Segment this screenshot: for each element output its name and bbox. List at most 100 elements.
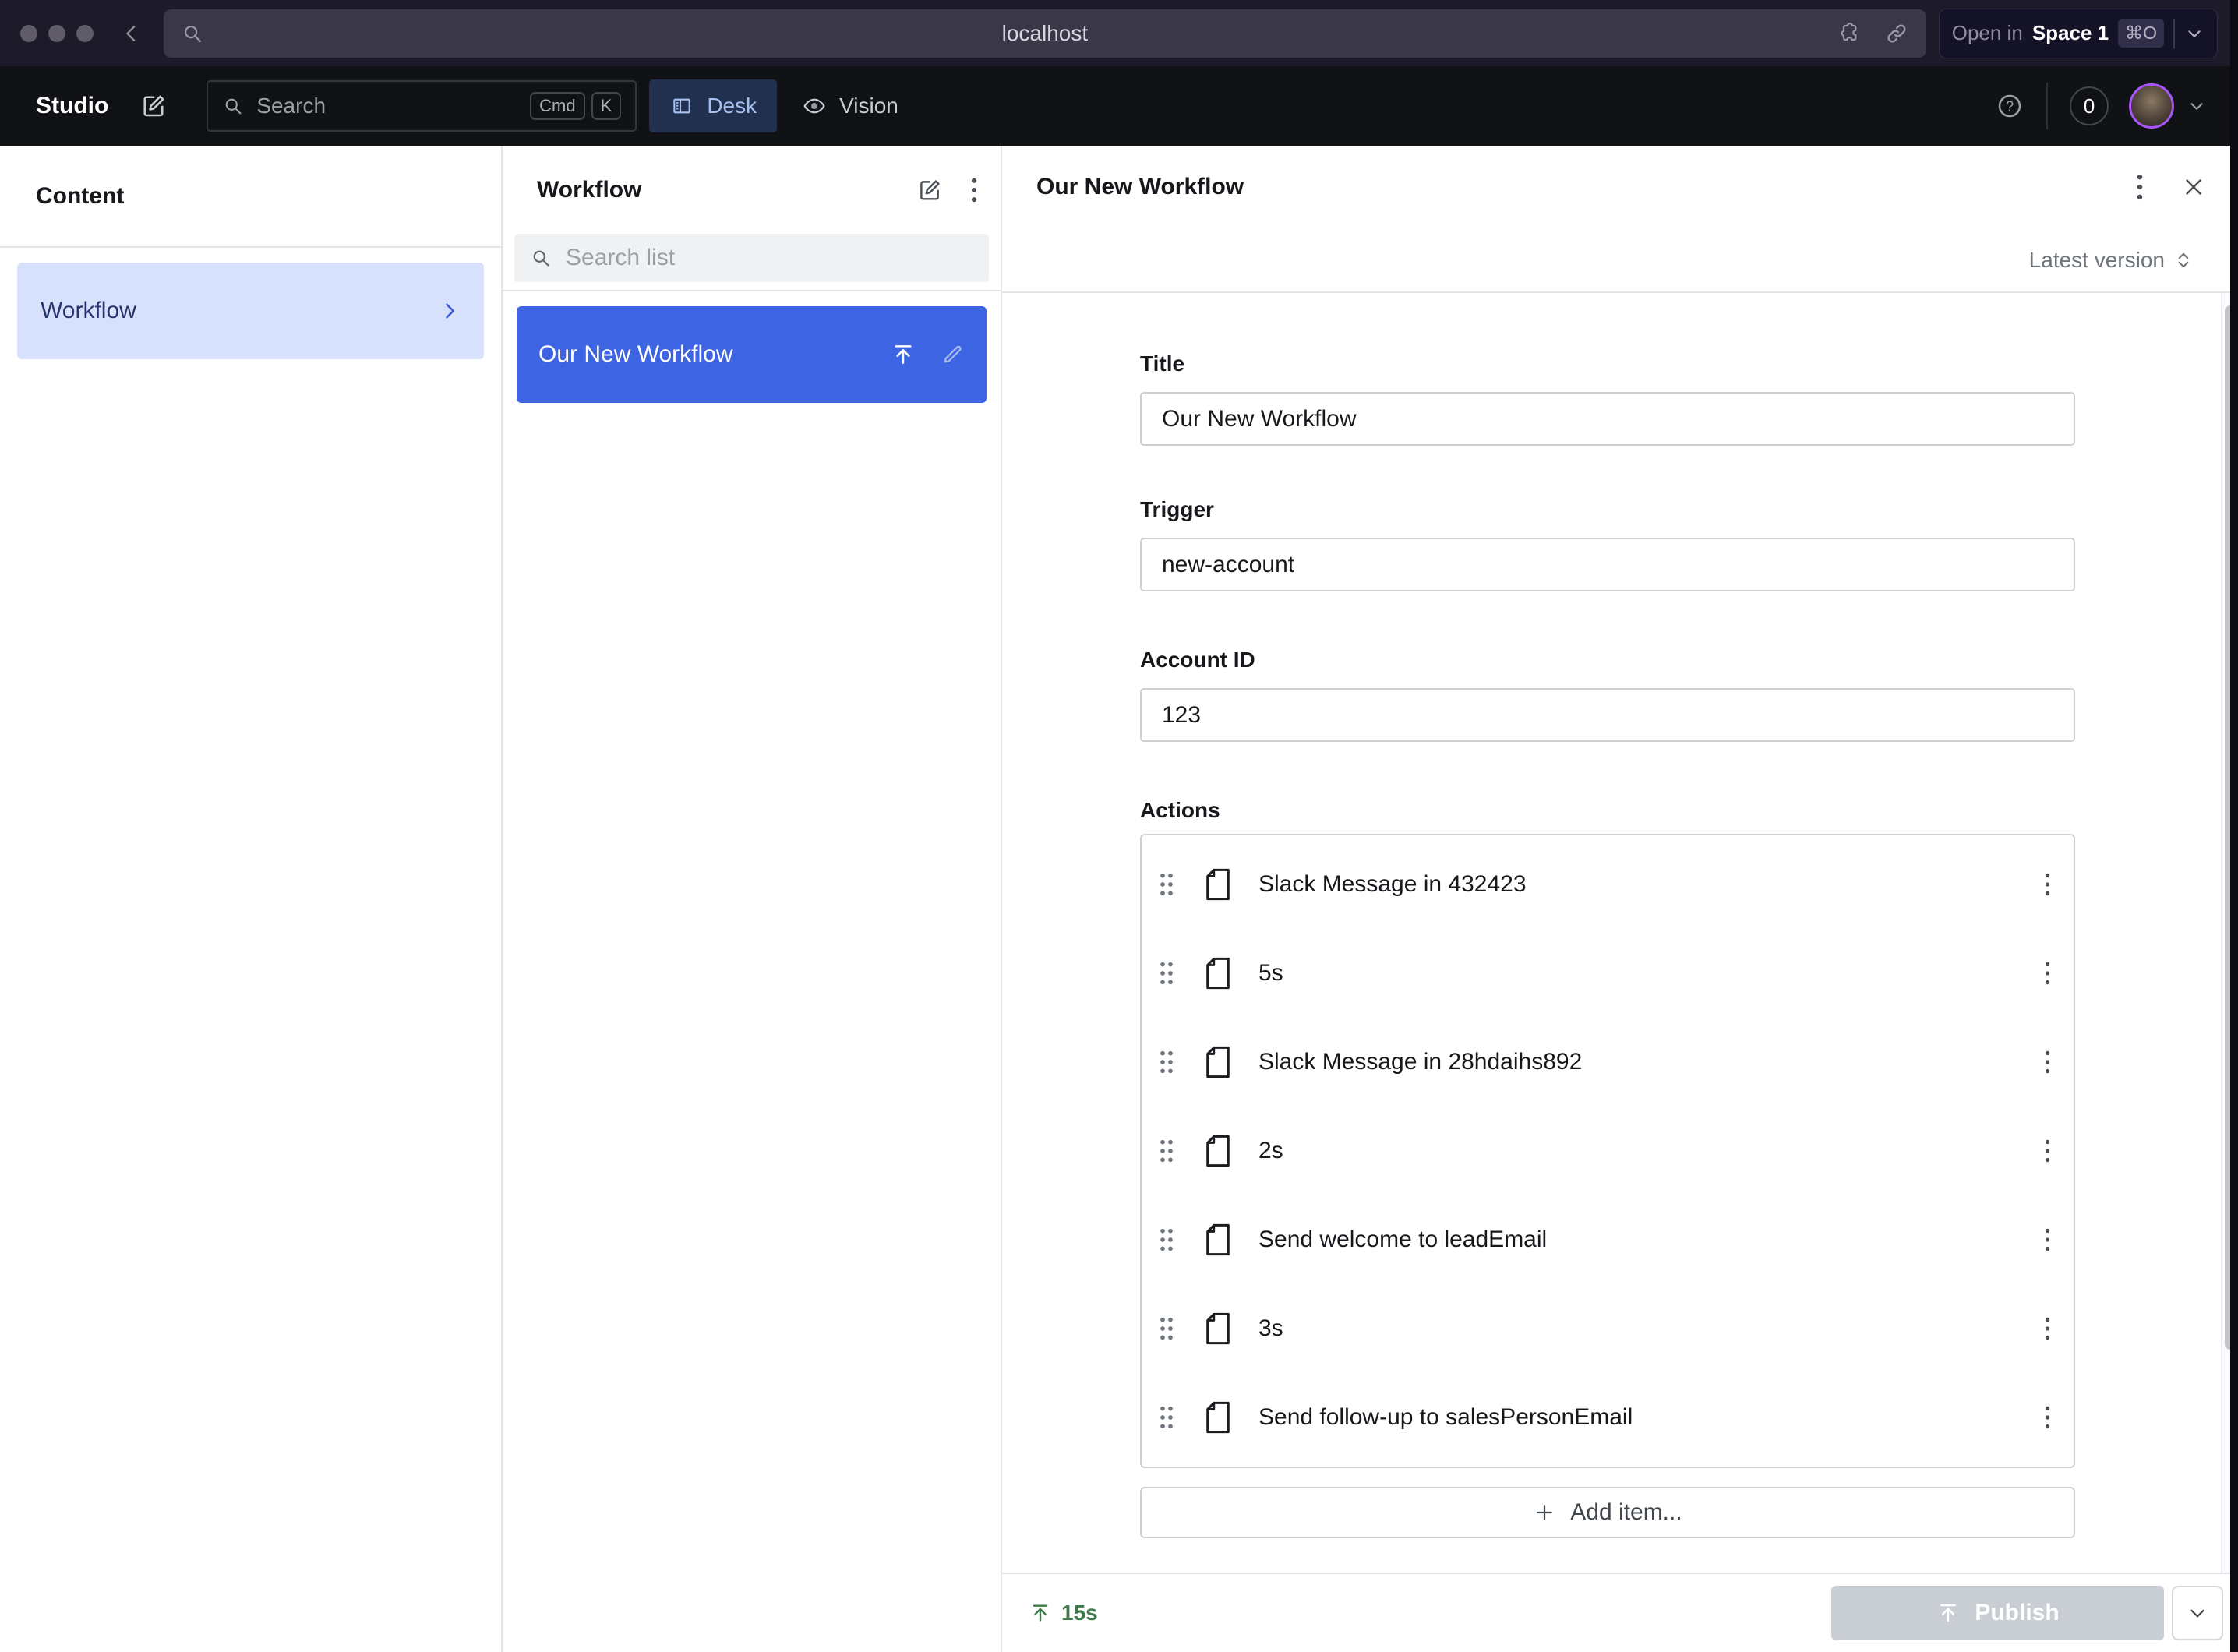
sidebar-item-workflow[interactable]: Workflow [17, 263, 484, 359]
close-window-button[interactable] [20, 25, 37, 42]
tab-vision[interactable]: Vision [782, 79, 919, 132]
publish-duration: 15s [1029, 1601, 1098, 1626]
chevron-right-icon [439, 300, 461, 322]
presence-badge[interactable]: 0 [2070, 86, 2109, 125]
kebab-menu-icon [2043, 960, 2052, 987]
account-id-input[interactable] [1140, 688, 2075, 742]
copy-link-button[interactable] [1884, 21, 1909, 46]
document-title: Our New Workflow [1036, 174, 1244, 200]
extensions-button[interactable] [1836, 21, 1861, 46]
global-search[interactable]: Cmd K [207, 80, 637, 132]
puzzle-icon [1836, 21, 1861, 46]
field-label: Account ID [1140, 648, 2075, 672]
action-menu-button[interactable] [2043, 1315, 2052, 1342]
action-row[interactable]: 2s [1142, 1107, 2074, 1195]
document-scroll-area: Title Trigger Account ID Actions [1002, 293, 2238, 1573]
kebab-menu-icon [2043, 1404, 2052, 1431]
action-menu-button[interactable] [2043, 960, 2052, 987]
url-bar[interactable]: localhost [164, 9, 1926, 58]
action-menu-button[interactable] [2043, 1138, 2052, 1164]
document-icon [1204, 1222, 1232, 1258]
minimize-window-button[interactable] [48, 25, 65, 42]
new-document-button[interactable] [139, 92, 168, 120]
chevron-down-icon[interactable] [2184, 23, 2204, 44]
browser-back-button[interactable] [120, 22, 143, 45]
drag-handle-icon[interactable] [1157, 1315, 1176, 1342]
list-search[interactable] [514, 234, 989, 282]
document-icon [1204, 1311, 1232, 1347]
actions-label: Actions [1140, 798, 2075, 823]
document-icon [1204, 867, 1232, 902]
version-selector[interactable]: Latest version [2029, 248, 2194, 273]
list-pane-header: Workflow [503, 146, 1001, 291]
content-pane-header: Content [0, 146, 501, 248]
open-in-space-button[interactable]: Open in Space 1 ⌘O [1939, 9, 2218, 58]
search-shortcut: Cmd K [530, 92, 621, 120]
open-shortcut-badge: ⌘O [2118, 19, 2164, 48]
trigger-input[interactable] [1140, 538, 2075, 591]
action-menu-button[interactable] [2043, 871, 2052, 898]
drag-handle-icon[interactable] [1157, 1049, 1176, 1075]
drag-handle-icon[interactable] [1157, 1138, 1176, 1164]
action-row[interactable]: Slack Message in 28hdaihs892 [1142, 1018, 2074, 1107]
help-button[interactable]: ? [1995, 91, 2024, 121]
sidebar-item-label: Workflow [41, 298, 136, 324]
user-menu-chevron[interactable] [2187, 96, 2207, 116]
drag-handle-icon[interactable] [1157, 871, 1176, 898]
global-search-input[interactable] [256, 94, 517, 118]
kebab-menu-icon [2043, 1227, 2052, 1253]
action-title: 5s [1258, 960, 1283, 987]
action-title: Send welcome to leadEmail [1258, 1227, 1547, 1253]
k-key-badge: K [591, 92, 622, 120]
list-menu-button[interactable] [969, 176, 979, 204]
create-document-button[interactable] [916, 177, 943, 203]
action-menu-button[interactable] [2043, 1049, 2052, 1075]
drag-handle-icon[interactable] [1157, 960, 1176, 987]
draft-status-icon [940, 342, 965, 367]
open-in-label: Open in [1952, 21, 2023, 45]
publish-options-button[interactable] [2172, 1586, 2223, 1640]
action-row[interactable]: Send follow-up to salesPersonEmail [1142, 1373, 2074, 1462]
close-document-button[interactable] [2180, 174, 2207, 200]
publish-label: Publish [1975, 1600, 2059, 1626]
publish-icon [1029, 1601, 1052, 1625]
document-pane: Our New Workflow [1002, 146, 2238, 1652]
eye-icon [802, 94, 827, 118]
svg-text:?: ? [2006, 98, 2014, 114]
presence-count: 0 [2084, 94, 2095, 118]
search-icon [530, 247, 552, 269]
chevron-down-icon [2186, 1601, 2209, 1625]
kebab-menu-icon [2135, 172, 2144, 202]
compose-icon [916, 177, 943, 203]
action-menu-button[interactable] [2043, 1404, 2052, 1431]
title-input[interactable] [1140, 392, 2075, 446]
studio-header: Studio Cmd K [0, 66, 2238, 146]
list-search-input[interactable] [566, 245, 973, 271]
field-account-id: Account ID [1140, 648, 2075, 742]
document-icon [1204, 955, 1232, 991]
version-label: Latest version [2029, 248, 2165, 273]
action-row[interactable]: 5s [1142, 929, 2074, 1018]
chevron-down-icon [2187, 96, 2207, 116]
drag-handle-icon[interactable] [1157, 1404, 1176, 1431]
list-item-our-new-workflow[interactable]: Our New Workflow [517, 306, 987, 403]
action-menu-button[interactable] [2043, 1227, 2052, 1253]
cmd-key-badge: Cmd [530, 92, 584, 120]
field-title: Title [1140, 351, 2075, 446]
tab-vision-label: Vision [839, 94, 898, 118]
field-trigger: Trigger [1140, 497, 2075, 591]
zoom-window-button[interactable] [76, 25, 94, 42]
kebab-menu-icon [2043, 1049, 2052, 1075]
publish-button[interactable]: Publish [1831, 1586, 2164, 1640]
action-row[interactable]: 3s [1142, 1284, 2074, 1373]
desk-icon [669, 94, 694, 118]
document-menu-button[interactable] [2135, 172, 2144, 202]
tab-desk[interactable]: Desk [649, 79, 777, 132]
traffic-lights[interactable] [20, 25, 94, 42]
screen: localhost Open in Space 1 ⌘O [0, 0, 2238, 1652]
avatar[interactable] [2129, 83, 2174, 129]
drag-handle-icon[interactable] [1157, 1227, 1176, 1253]
action-row[interactable]: Slack Message in 432423 [1142, 840, 2074, 929]
add-item-button[interactable]: Add item... [1140, 1487, 2075, 1538]
action-row[interactable]: Send welcome to leadEmail [1142, 1195, 2074, 1284]
